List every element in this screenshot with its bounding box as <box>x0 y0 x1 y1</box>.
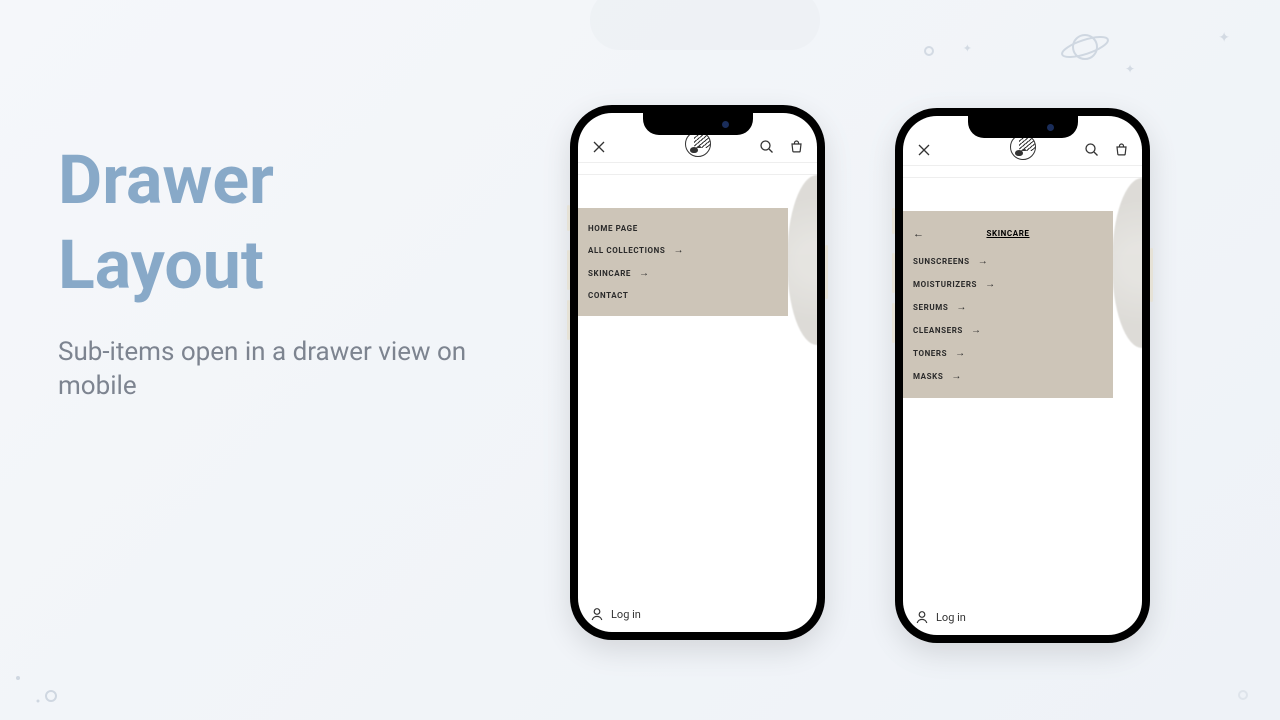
decoration-dots <box>8 668 68 708</box>
subnav-item-moisturizers[interactable]: MOISTURIZERS→ <box>903 273 1113 296</box>
phone-mockup-submenu: ← SKINCARE SUNSCREENS→ MOISTURIZERS→ SER… <box>895 108 1150 643</box>
page-title: Drawer Layout <box>58 138 528 308</box>
arrow-right-icon: → <box>951 371 962 382</box>
search-icon[interactable] <box>1082 141 1100 159</box>
arrow-right-icon: → <box>985 279 996 290</box>
back-icon[interactable]: ← <box>913 227 924 240</box>
nav-item-contact[interactable]: CONTACT <box>578 285 788 306</box>
submenu-title[interactable]: SKINCARE <box>986 229 1029 238</box>
page-subtitle: Sub-items open in a drawer view on mobil… <box>58 336 528 404</box>
subnav-item-toners[interactable]: TONERS→ <box>903 342 1113 365</box>
subnav-item-masks[interactable]: MASKS→ <box>903 365 1113 388</box>
arrow-right-icon: → <box>639 268 650 279</box>
product-thumb-peek <box>787 175 817 345</box>
user-icon <box>590 607 604 621</box>
login-link[interactable]: Log in <box>903 599 1142 635</box>
nav-item-all-collections[interactable]: ALL COLLECTIONS→ <box>578 239 788 262</box>
product-thumb-peek <box>1112 178 1142 348</box>
cart-icon[interactable] <box>787 138 805 156</box>
nav-subdrawer: ← SKINCARE SUNSCREENS→ MOISTURIZERS→ SER… <box>903 211 1113 398</box>
nav-item-home[interactable]: HOME PAGE <box>578 218 788 239</box>
search-icon[interactable] <box>757 138 775 156</box>
nav-drawer: HOME PAGE ALL COLLECTIONS→ SKINCARE→ CON… <box>578 208 788 316</box>
circle-icon <box>1238 690 1248 700</box>
close-icon[interactable] <box>915 141 933 159</box>
user-icon <box>915 610 929 624</box>
nav-item-skincare[interactable]: SKINCARE→ <box>578 262 788 285</box>
subnav-item-sunscreens[interactable]: SUNSCREENS→ <box>903 250 1113 273</box>
arrow-right-icon: → <box>956 302 967 313</box>
arrow-right-icon: → <box>971 325 982 336</box>
planet-icon <box>1060 30 1110 64</box>
star-icon: ✦ <box>1125 62 1135 76</box>
plus-icon: ✦ <box>1218 30 1230 46</box>
subnav-item-cleansers[interactable]: CLEANSERS→ <box>903 319 1113 342</box>
phone-mockup-main-menu: HOME PAGE ALL COLLECTIONS→ SKINCARE→ CON… <box>570 105 825 640</box>
subnav-item-serums[interactable]: SERUMS→ <box>903 296 1113 319</box>
circle-icon <box>924 46 934 56</box>
decoration-cloud <box>590 0 820 50</box>
arrow-right-icon: → <box>673 245 684 256</box>
cart-icon[interactable] <box>1112 141 1130 159</box>
arrow-right-icon: → <box>955 348 966 359</box>
star-icon: ✦ <box>963 42 972 55</box>
arrow-right-icon: → <box>978 256 989 267</box>
login-link[interactable]: Log in <box>578 596 817 632</box>
close-icon[interactable] <box>590 138 608 156</box>
